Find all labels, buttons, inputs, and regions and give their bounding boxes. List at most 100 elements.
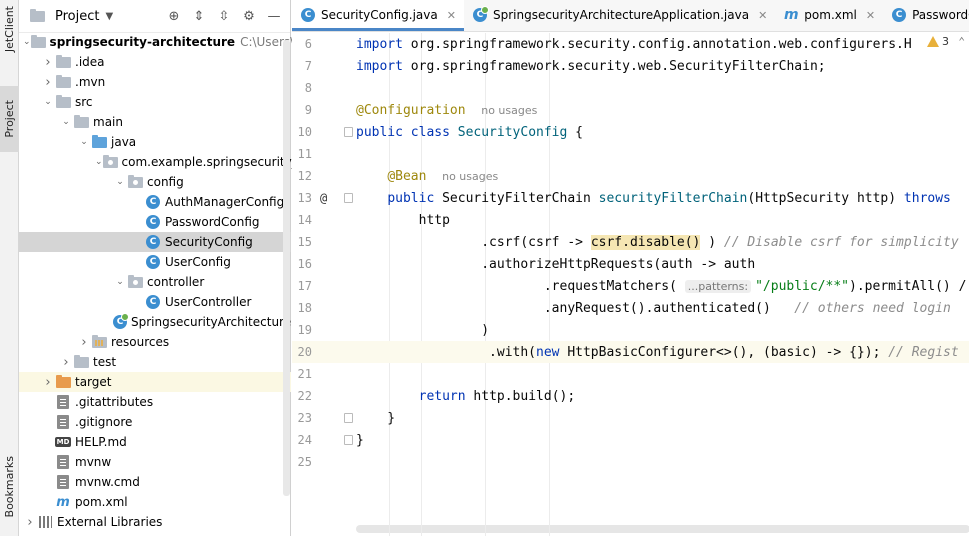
expand-all-icon[interactable]: ⇕ (191, 8, 207, 24)
chevron-down-icon[interactable]: ⌄ (113, 177, 127, 187)
code-token: http (356, 212, 450, 228)
code-line[interactable]: 22 return http.build(); (292, 385, 969, 407)
chevron-down-icon[interactable]: ⌄ (23, 37, 31, 47)
tree-item-label: mvnw (75, 455, 112, 469)
code-line[interactable]: 8 (292, 77, 969, 99)
code-line[interactable]: 18 .anyRequest().authenticated() // othe… (292, 297, 969, 319)
editor-tab[interactable]: C SpringsecurityArchitectureApplication.j… (464, 0, 775, 31)
jetclient-tool-tab[interactable]: JetClient (0, 0, 19, 58)
tree-item[interactable]: m pom.xml (19, 492, 291, 512)
chevron-right-icon[interactable]: › (41, 375, 55, 390)
editor-tab[interactable]: C PasswordConfig.ja (883, 0, 969, 31)
code-line[interactable]: 19 ) (292, 319, 969, 341)
code-text: .anyRequest().authenticated() // others … (356, 301, 951, 316)
code-line[interactable]: 17 .requestMatchers( ...patterns: "/publi… (292, 275, 969, 297)
close-icon[interactable]: ✕ (866, 9, 875, 22)
tree-item[interactable]: › External Libraries (19, 512, 291, 532)
horizontal-scrollbar[interactable] (356, 525, 969, 533)
tree-item[interactable]: MD HELP.md (19, 432, 291, 452)
collapse-all-icon[interactable]: ⇳ (216, 8, 232, 24)
fold-marker-icon[interactable] (344, 127, 353, 137)
tree-item[interactable]: C SecurityConfig (19, 232, 291, 252)
fold-marker-icon[interactable] (344, 193, 353, 203)
project-tool-tab[interactable]: Project (0, 86, 19, 152)
close-icon[interactable]: ✕ (447, 9, 456, 22)
tree-item[interactable]: C SpringsecurityArchitecture (19, 312, 291, 332)
tree-item[interactable]: C UserController (19, 292, 291, 312)
code-text: .csrf(csrf -> csrf.disable() ) // Disabl… (356, 234, 959, 250)
code-text: .with(new HttpBasicConfigurer<>(), (basi… (356, 345, 959, 360)
code-line[interactable]: 16 .authorizeHttpRequests(auth -> auth (292, 253, 969, 275)
chevron-down-icon[interactable]: ▼ (105, 11, 113, 22)
select-opened-file-icon[interactable]: ⊕ (166, 8, 182, 24)
tree-item[interactable]: ⌄ main (19, 112, 291, 132)
chevron-down-icon[interactable]: ⌄ (77, 137, 91, 147)
chevron-right-icon[interactable]: › (59, 355, 73, 370)
spring-boot-class-icon: C (472, 6, 489, 23)
project-panel-title[interactable]: Project (55, 9, 99, 24)
chevron-down-icon[interactable]: ⌄ (59, 117, 73, 127)
chevron-down-icon[interactable]: ⌄ (95, 157, 103, 167)
tree-item[interactable]: C UserConfig (19, 252, 291, 272)
chevron-down-icon[interactable]: ⌄ (113, 277, 127, 287)
hide-icon[interactable]: — (266, 8, 282, 24)
code-line[interactable]: 7 import org.springframework.security.web… (292, 55, 969, 77)
bookmarks-tool-tab[interactable]: Bookmarks (0, 446, 19, 528)
code-line[interactable]: 12 @Bean no usages (292, 165, 969, 187)
code-token: http.build(); (473, 388, 576, 404)
close-icon[interactable]: ✕ (758, 9, 767, 22)
tree-item[interactable]: .gitignore (19, 412, 291, 432)
code-line[interactable]: 23 } (292, 407, 969, 429)
tree-item[interactable]: mvnw.cmd (19, 472, 291, 492)
code-text: return http.build(); (356, 388, 576, 404)
tree-item-label: .mvn (75, 75, 106, 89)
tree-item[interactable]: ⌄ java (19, 132, 291, 152)
code-line[interactable]: 6 import org.springframework.security.con… (292, 33, 969, 55)
code-line[interactable]: 24} (292, 429, 969, 451)
code-text: @Bean no usages (356, 169, 498, 184)
chevron-right-icon[interactable]: › (41, 75, 55, 90)
chevron-right-icon[interactable]: › (41, 55, 55, 70)
fold-marker-icon[interactable] (344, 413, 353, 423)
code-line[interactable]: 21 (292, 363, 969, 385)
editor-tab[interactable]: m pom.xml ✕ (775, 0, 883, 31)
tree-item[interactable]: ⌄ com.example.springsecurity_a (19, 152, 305, 172)
code-line[interactable]: 15 .csrf(csrf -> csrf.disable() ) // Dis… (292, 231, 969, 253)
fold-marker-icon[interactable] (344, 435, 353, 445)
tree-item[interactable]: mvnw (19, 452, 291, 472)
code-line[interactable]: 13 @ public SecurityFilterChain securityF… (292, 187, 969, 209)
code-editor[interactable]: 3 ⌃ 6 import org.springframework.security… (292, 33, 969, 536)
tree-item[interactable]: › resources (19, 332, 291, 352)
tree-item[interactable]: .gitattributes (19, 392, 291, 412)
editor-tab[interactable]: C SecurityConfig.java ✕ (292, 0, 464, 31)
code-line[interactable]: 14 http (292, 209, 969, 231)
code-line[interactable]: 25 (292, 451, 969, 473)
tree-item[interactable]: C AuthManagerConfig (19, 192, 291, 212)
tree-item[interactable]: ⌄ controller (19, 272, 291, 292)
tree-item-label: PasswordConfig (165, 215, 260, 229)
code-line[interactable]: 11 (292, 143, 969, 165)
project-scrollbar[interactable] (283, 40, 290, 496)
chevron-down-icon[interactable]: ⌄ (41, 97, 55, 107)
tree-item[interactable]: C PasswordConfig (19, 212, 291, 232)
gear-icon[interactable]: ⚙ (241, 8, 257, 24)
tree-item[interactable]: ⌄ springsecurity-architecture C:\Users\noo… (19, 32, 320, 52)
java-class-icon: C (145, 294, 161, 310)
tree-item[interactable]: ⌄ src (19, 92, 291, 112)
bean-gutter-icon[interactable]: @ (320, 191, 327, 205)
code-line[interactable]: 10 public class SecurityConfig { (292, 121, 969, 143)
tree-item[interactable]: › .idea (19, 52, 291, 72)
tree-item[interactable]: ⌄ config (19, 172, 291, 192)
tree-item-label: config (147, 175, 184, 189)
code-text: public SecurityFilterChain securityFilte… (356, 191, 951, 206)
line-number: 17 (297, 279, 312, 293)
tree-item[interactable]: › .mvn (19, 72, 291, 92)
code-line[interactable]: 9 @Configuration no usages (292, 99, 969, 121)
chevron-right-icon[interactable]: › (23, 515, 37, 530)
chevron-right-icon[interactable]: › (77, 335, 91, 350)
editor-tab-label: PasswordConfig.ja (912, 8, 969, 22)
code-line[interactable]: 20 .with(new HttpBasicConfigurer<>(), (b… (292, 341, 969, 363)
line-number: 18 (297, 301, 312, 315)
tree-item[interactable]: › test (19, 352, 291, 372)
tree-item[interactable]: › target (19, 372, 291, 392)
